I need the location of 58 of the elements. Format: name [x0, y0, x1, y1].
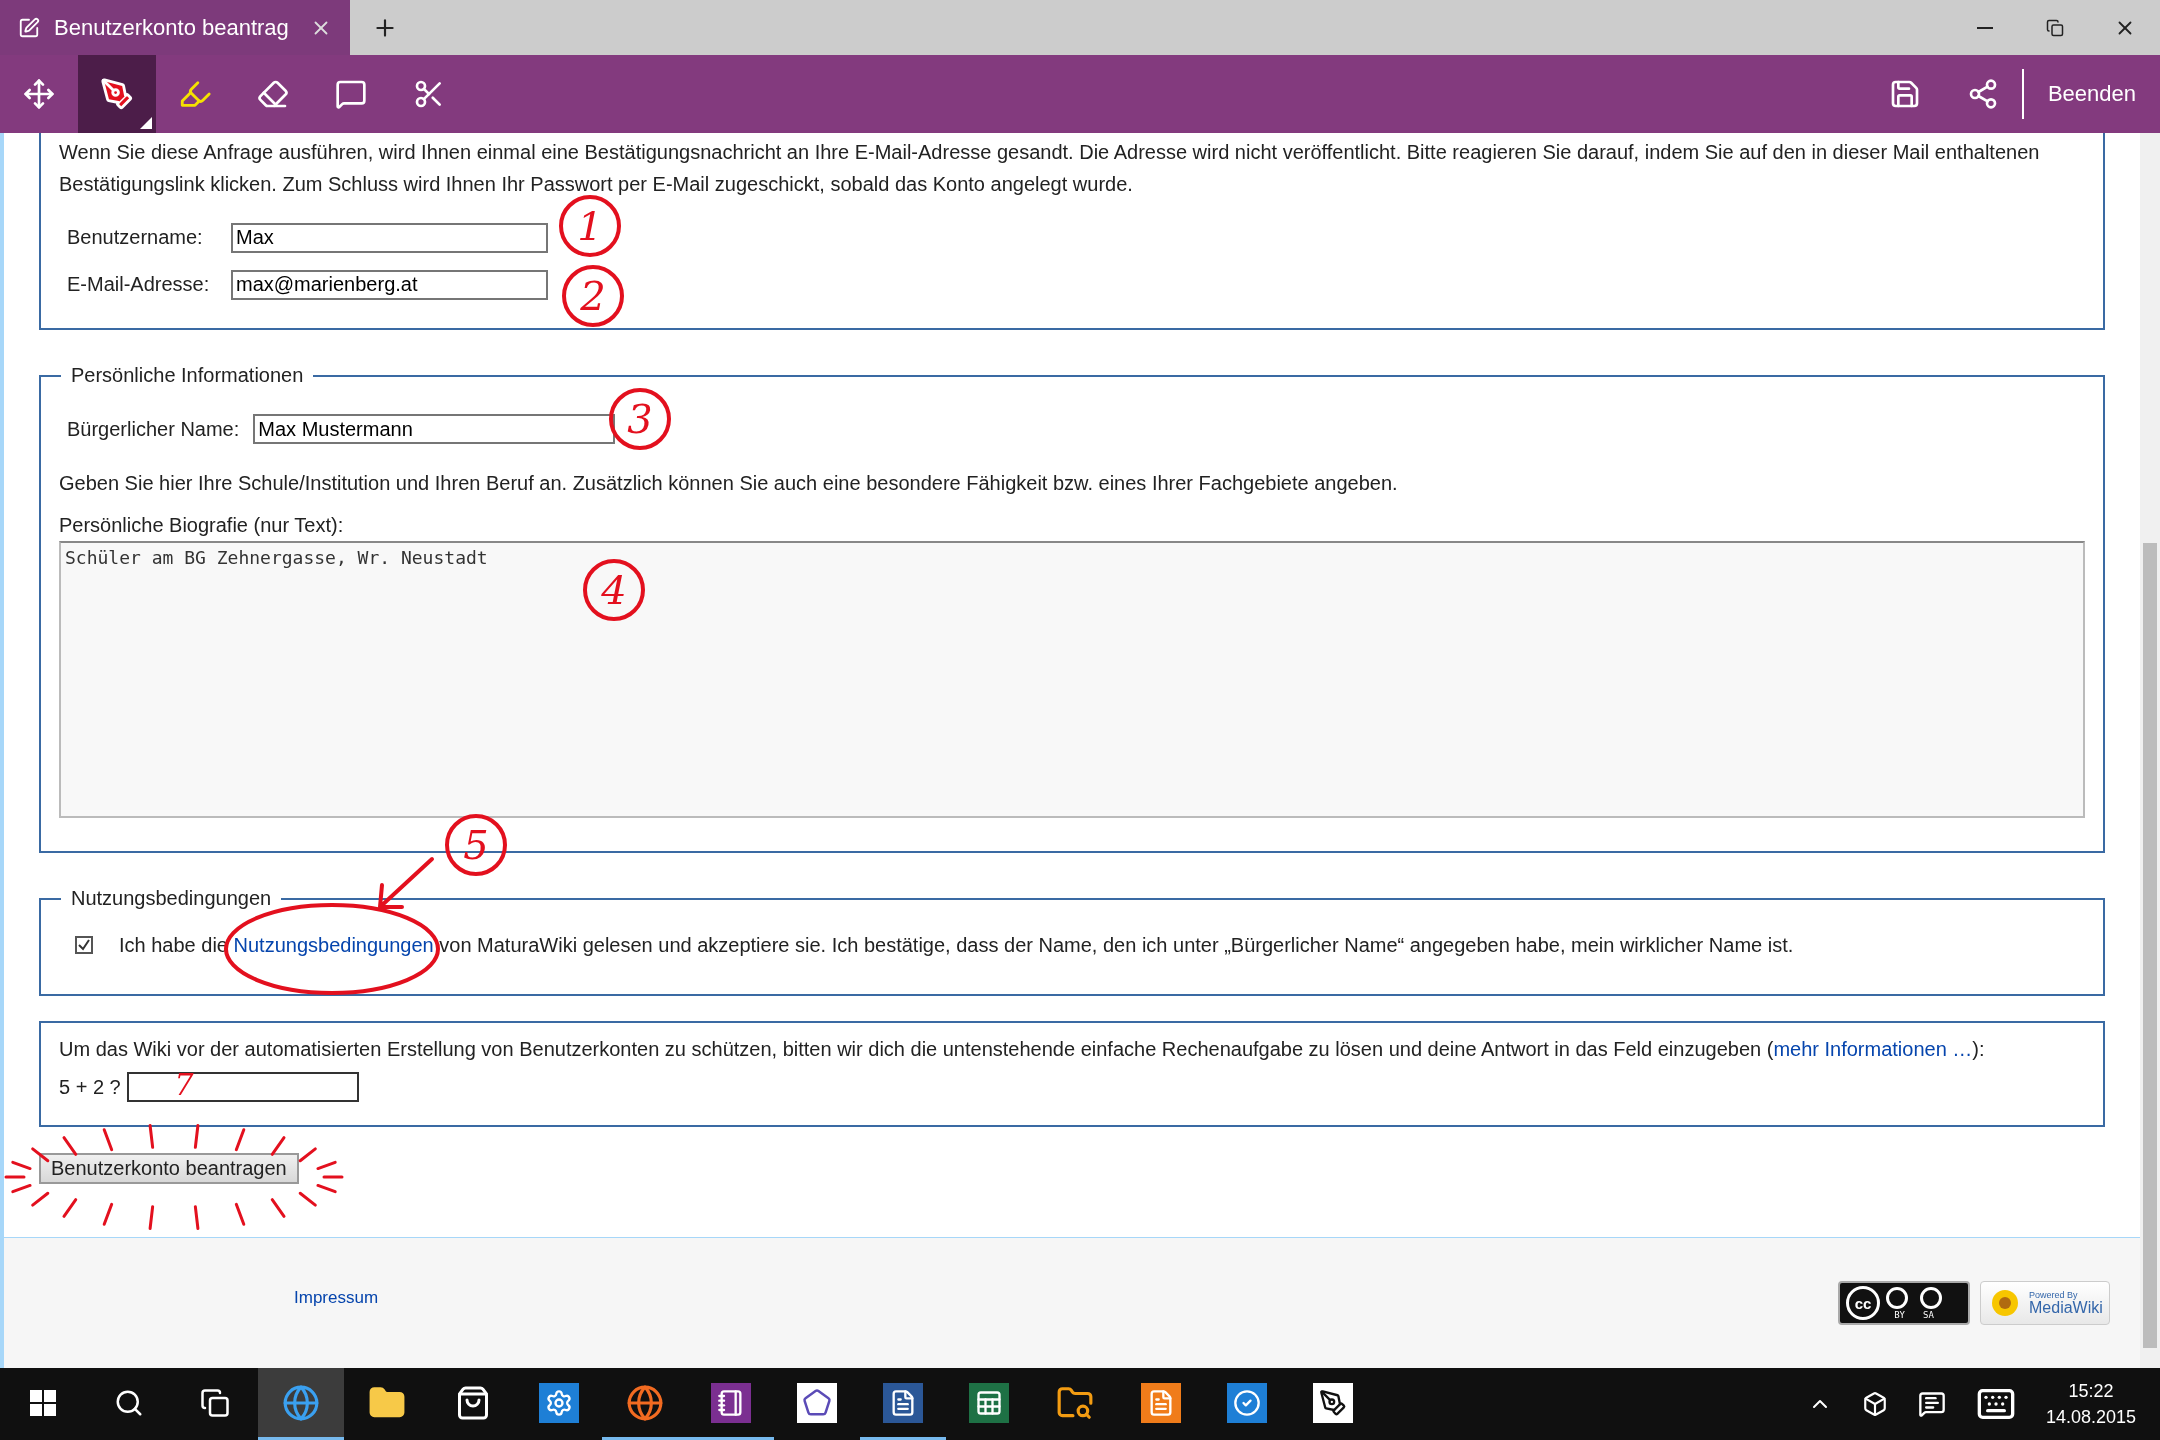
- ink-number: 1: [559, 195, 621, 257]
- scrollbar[interactable]: [2140, 133, 2160, 1368]
- imprint-link[interactable]: Impressum: [294, 1288, 379, 1308]
- restore-icon: [2046, 18, 2064, 37]
- text-field[interactable]: Max Mustermann: [253, 414, 616, 444]
- gear-icon: [539, 1382, 579, 1423]
- browser-tab[interactable]: Benutzerkonto beantrag: [0, 0, 350, 55]
- text-field[interactable]: max@marienberg.at: [231, 269, 548, 300]
- captcha-question: 5 + 2 ?: [59, 1075, 121, 1099]
- document-icon: [883, 1382, 923, 1423]
- captcha-text: Um das Wiki vor der automatisierten Erstellung von Benutzerkonten zu schützen, bitten wir dich die untenstehende einfache Rechenaufgabe zu lösen und deine Antwort in das Feld einzugeben (mehr Informationen …):: [59, 1037, 1986, 1062]
- ink-number: 3: [609, 388, 671, 450]
- badge-label: BY: [1894, 1309, 1905, 1320]
- move-icon: [23, 78, 55, 110]
- minimize-icon: [1977, 26, 1993, 29]
- section-legend: Persönliche Informationen: [61, 364, 314, 387]
- license-badge[interactable]: cc BY SA: [1838, 1281, 1970, 1325]
- hint-text: Geben Sie hier Ihre Schule/Institution und Ihren Beruf an. Zusätzlich können Sie auch eine besondere Fähigkeit bzw. eines Ihrer Fachgebiete angeben.: [59, 471, 1399, 496]
- check-icon: [1227, 1382, 1267, 1423]
- notification-icon[interactable]: [1917, 1390, 1946, 1418]
- person-icon: [1886, 1286, 1908, 1309]
- dropdown-corner-icon: [140, 117, 152, 129]
- ink-number: 7: [173, 1070, 195, 1100]
- tab-title: Benutzerkonto beantrag: [54, 14, 290, 41]
- notebook-icon: [711, 1382, 751, 1423]
- badge-title: MediaWiki: [2029, 1299, 2103, 1316]
- checkbox[interactable]: [75, 936, 93, 954]
- spreadsheet-icon: [969, 1382, 1009, 1423]
- info-link[interactable]: mehr Informationen …: [1773, 1038, 1973, 1060]
- field-label: Benutzername:: [67, 226, 204, 249]
- field-label: Persönliche Biografie (nur Text):: [59, 513, 345, 538]
- intro-text: Wenn Sie diese Anfrage ausführen, wird Ihnen einmal eine Bestätigungsnachricht an Ihre E-Mail-Adresse gesandt. Die Adresse wird nicht veröffentlicht. Bitte reagieren Sie darauf, indem Sie auf den in dieser Mail enthaltenen Bestätigungslink klicken. Zum Schluss wird Ihnen Ihr Passwort per E-Mail zugeschickt, sobald das Konto angelegt wurde.: [59, 140, 2041, 197]
- exit-button[interactable]: Beenden: [2021, 69, 2160, 119]
- field-label: E-Mail-Adresse:: [67, 273, 211, 296]
- box-icon[interactable]: [1861, 1391, 1888, 1417]
- ink-number: 2: [562, 265, 624, 327]
- answer-field[interactable]: [126, 1072, 359, 1102]
- pen-tool-button[interactable]: [78, 55, 156, 133]
- clock-date: 14.08.2015: [2045, 1406, 2136, 1429]
- submit-button[interactable]: Benutzerkonto beantragen: [39, 1153, 299, 1184]
- edit-icon: [18, 16, 40, 39]
- ink-number: 4: [583, 559, 645, 621]
- text-field[interactable]: Max: [231, 222, 548, 253]
- badge-label: SA: [1923, 1309, 1934, 1320]
- section-legend: Nutzungsbedingungen: [61, 887, 282, 910]
- share-alike-icon: [1920, 1286, 1942, 1309]
- clock-time: 15:22: [2068, 1380, 2114, 1403]
- pen-icon: [1313, 1382, 1353, 1423]
- powered-badge[interactable]: Powered By MediaWiki: [1980, 1281, 2110, 1325]
- windows-icon: [29, 1388, 57, 1417]
- pen-icon: [100, 77, 134, 111]
- badge-caption: Powered By: [2029, 1290, 2078, 1300]
- comment-icon: [335, 78, 367, 110]
- field-label: Bürgerlicher Name:: [67, 417, 240, 441]
- cc-mark: cc: [1846, 1286, 1880, 1320]
- eraser-icon: [257, 78, 289, 110]
- document-icon: [1141, 1382, 1181, 1423]
- task-view-icon: [200, 1387, 230, 1418]
